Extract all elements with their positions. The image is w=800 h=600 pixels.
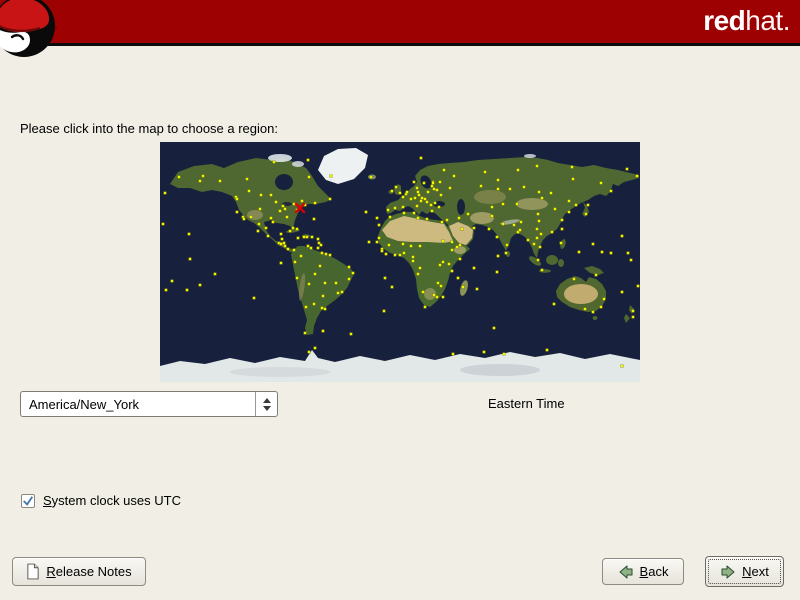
spinner-up-icon — [263, 398, 271, 403]
back-arrow-icon — [618, 564, 634, 580]
installer-screen: ™ redhat. Please click into the map to c… — [0, 0, 800, 600]
next-label: Next — [742, 564, 769, 579]
utc-row: System clock uses UTC — [21, 493, 181, 508]
timezone-description: Eastern Time — [488, 396, 565, 411]
instruction-text: Please click into the map to choose a re… — [20, 121, 278, 136]
release-notes-label: Release Notes — [46, 564, 131, 579]
timezone-world-map[interactable] — [160, 142, 640, 382]
next-arrow-icon — [720, 564, 736, 580]
utc-checkbox[interactable] — [21, 494, 35, 508]
document-icon — [26, 563, 40, 580]
wordmark-red: red — [703, 5, 745, 36]
redhat-wordmark: redhat. — [703, 5, 790, 37]
back-button[interactable]: Back — [602, 558, 684, 585]
back-label: Back — [640, 564, 669, 579]
timezone-select[interactable]: America/New_York — [20, 391, 278, 417]
svg-text:™: ™ — [51, 26, 57, 33]
utc-label-rest: ystem clock uses UTC — [52, 493, 181, 508]
header-bar — [0, 0, 800, 43]
utc-label-mnemonic: S — [43, 493, 52, 508]
next-button[interactable]: Next — [705, 556, 784, 587]
timezone-select-value: America/New_York — [21, 397, 255, 412]
combo-spinner-icon[interactable] — [255, 392, 277, 416]
wordmark-period: . — [783, 5, 790, 36]
spinner-down-icon — [263, 406, 271, 411]
wordmark-hat: hat — [745, 5, 782, 36]
checkmark-icon — [22, 495, 34, 507]
release-notes-button[interactable]: Release Notes — [12, 557, 146, 586]
header-divider — [0, 43, 800, 46]
utc-label[interactable]: System clock uses UTC — [43, 493, 181, 508]
redhat-shadowman-icon: ™ — [0, 0, 66, 68]
